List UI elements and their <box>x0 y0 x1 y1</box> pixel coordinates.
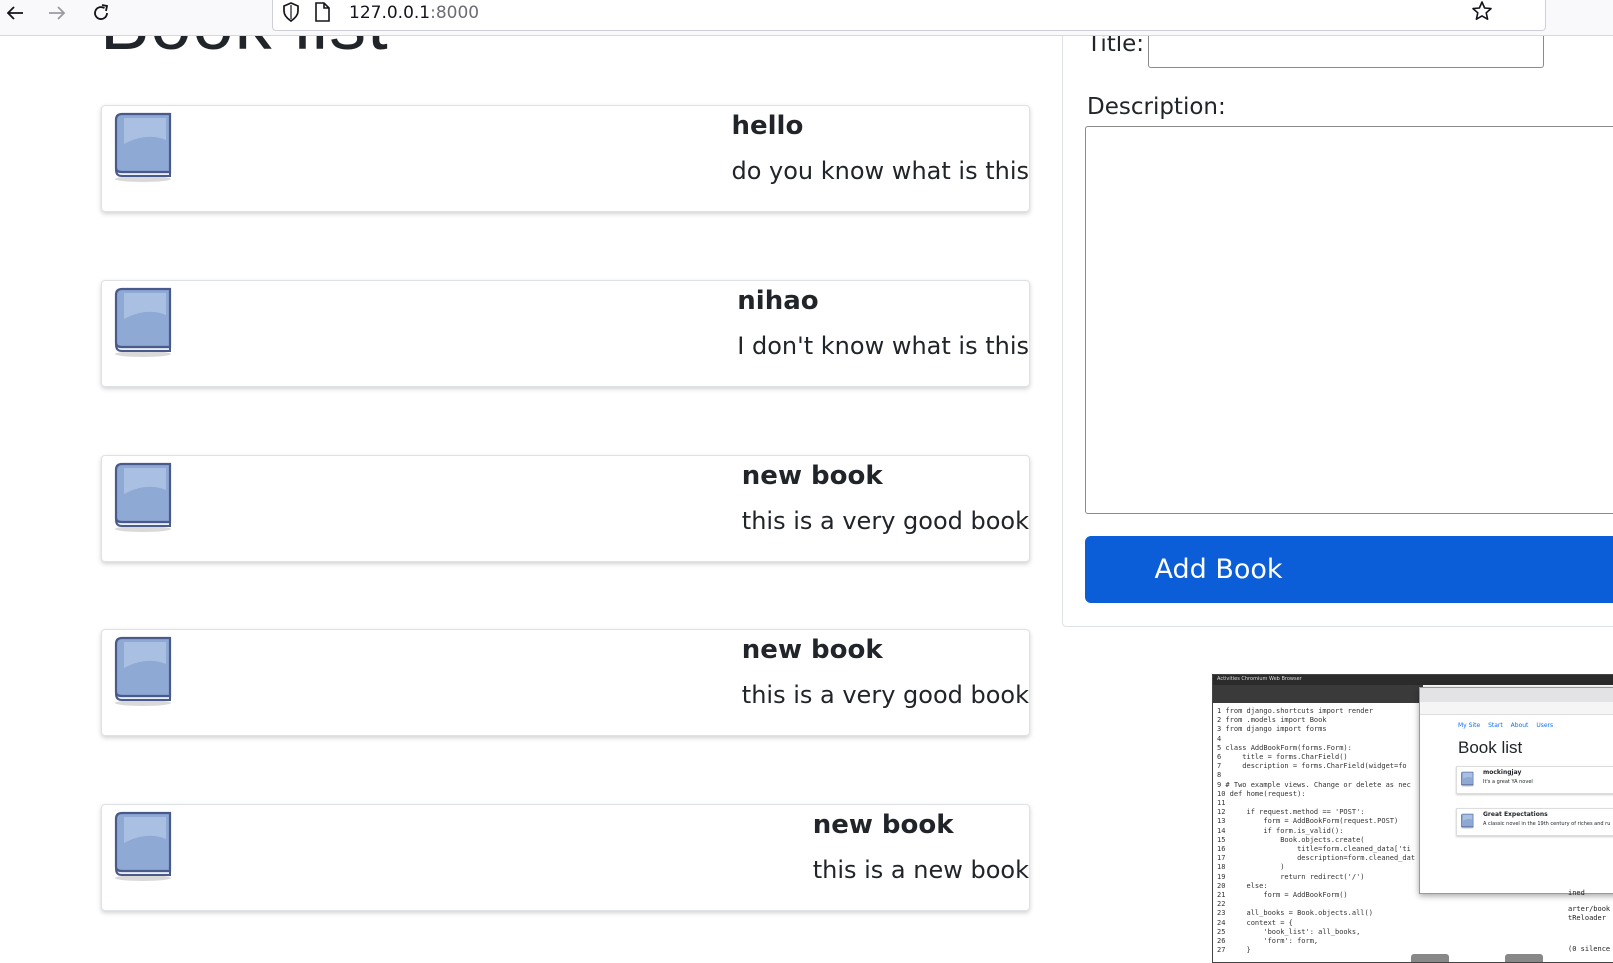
book-title: new book <box>741 461 883 491</box>
thumbnail-urlbar <box>1420 702 1613 715</box>
shield-icon[interactable] <box>281 1 301 27</box>
book-info: new book this is a new book <box>813 805 1029 887</box>
thumbnail-book-card: mockingjay It's a great YA novel <box>1456 766 1613 794</box>
book-icon <box>110 285 174 357</box>
thumbnail-book-title: Great Expectations <box>1483 811 1548 818</box>
thumbnail-tabs <box>1420 688 1613 702</box>
book-info: new book this is a very good book <box>742 630 1029 712</box>
thumbnail-book-title: mockingjay <box>1483 769 1522 776</box>
book-card: new book this is a very good book <box>101 455 1030 562</box>
thumbnail-terminal-text: ined <box>1568 889 1585 897</box>
thumbnail-terminal-text: arter/book <box>1568 905 1611 913</box>
book-info: new book this is a very good book <box>742 456 1029 538</box>
book-card: nihao I don't know what is this <box>101 280 1030 387</box>
thumbnail-book-card: Great Expectations A classic novel in th… <box>1456 808 1613 836</box>
book-card: hello do you know what is this <box>101 105 1030 212</box>
book-description: I don't know what is this <box>737 332 1029 360</box>
page-icon <box>313 1 331 27</box>
thumbnail-nav: My Site Start About Users <box>1458 722 1559 729</box>
book-icon <box>110 460 174 532</box>
thumbnail-nav-item: About <box>1510 722 1529 729</box>
add-book-button-label: Add Book <box>1154 554 1283 585</box>
book-description: do you know what is this <box>731 157 1029 185</box>
thumbnail-topbar-text: Activities Chromium Web Browser <box>1217 676 1302 682</box>
thumbnail-nav-item: My Site <box>1458 722 1481 729</box>
thumbnail-book-description: It's a great YA novel <box>1483 779 1533 785</box>
bookmark-star-icon[interactable] <box>1471 0 1493 26</box>
screenshot-thumbnail[interactable]: Activities Chromium Web Browser 1 from d… <box>1212 674 1613 963</box>
url-text[interactable]: 127.0.0.1:8000 <box>349 3 479 23</box>
description-textarea[interactable] <box>1085 126 1613 514</box>
thumbnail-editor-tabs <box>1213 685 1423 703</box>
book-info: hello do you know what is this <box>731 106 1029 188</box>
book-title: nihao <box>737 286 819 316</box>
thumbnail-code: 1 from django.shortcuts import render 2 … <box>1217 707 1416 955</box>
forward-arrow-icon[interactable] <box>44 0 70 26</box>
book-title: new book <box>812 810 954 840</box>
book-info: nihao I don't know what is this <box>737 281 1029 363</box>
thumbnail-topbar: Activities Chromium Web Browser <box>1213 675 1613 685</box>
url-host: 127.0.0.1 <box>349 3 431 23</box>
book-title: hello <box>731 111 804 141</box>
book-description: this is a very good book <box>741 507 1029 535</box>
thumbnail-browser-window: My Site Start About Users Book list mock… <box>1419 687 1613 894</box>
reload-icon[interactable] <box>88 0 114 26</box>
thumbnail-terminal-text: (0 silence <box>1568 945 1611 953</box>
thumbnail-nav-item: Start <box>1488 722 1503 729</box>
thumbnail-book-description: A classic novel in the 19th century of r… <box>1483 821 1611 827</box>
address-bar[interactable]: 127.0.0.1:8000 <box>272 0 1546 31</box>
book-description: this is a new book <box>812 856 1029 884</box>
add-book-button[interactable]: Add Book <box>1085 536 1613 603</box>
book-description: this is a very good book <box>741 681 1029 709</box>
book-icon <box>110 634 174 706</box>
book-card: new book this is a very good book <box>101 629 1030 736</box>
thumbnail-nav-item: Users <box>1536 722 1554 729</box>
thumbnail-terminal-text: tReloader <box>1568 914 1606 922</box>
book-icon <box>1460 812 1474 830</box>
browser-toolbar: 127.0.0.1:8000 <box>0 0 1613 36</box>
book-card: new book this is a new book <box>101 804 1030 911</box>
book-icon <box>1460 770 1474 788</box>
back-arrow-icon[interactable] <box>2 0 28 26</box>
book-icon <box>110 809 174 881</box>
book-title: new book <box>741 635 883 665</box>
book-icon <box>110 110 174 182</box>
description-label: Description: <box>1087 94 1226 120</box>
thumbnail-page-title: Book list <box>1458 738 1523 757</box>
url-port: :8000 <box>430 3 480 23</box>
